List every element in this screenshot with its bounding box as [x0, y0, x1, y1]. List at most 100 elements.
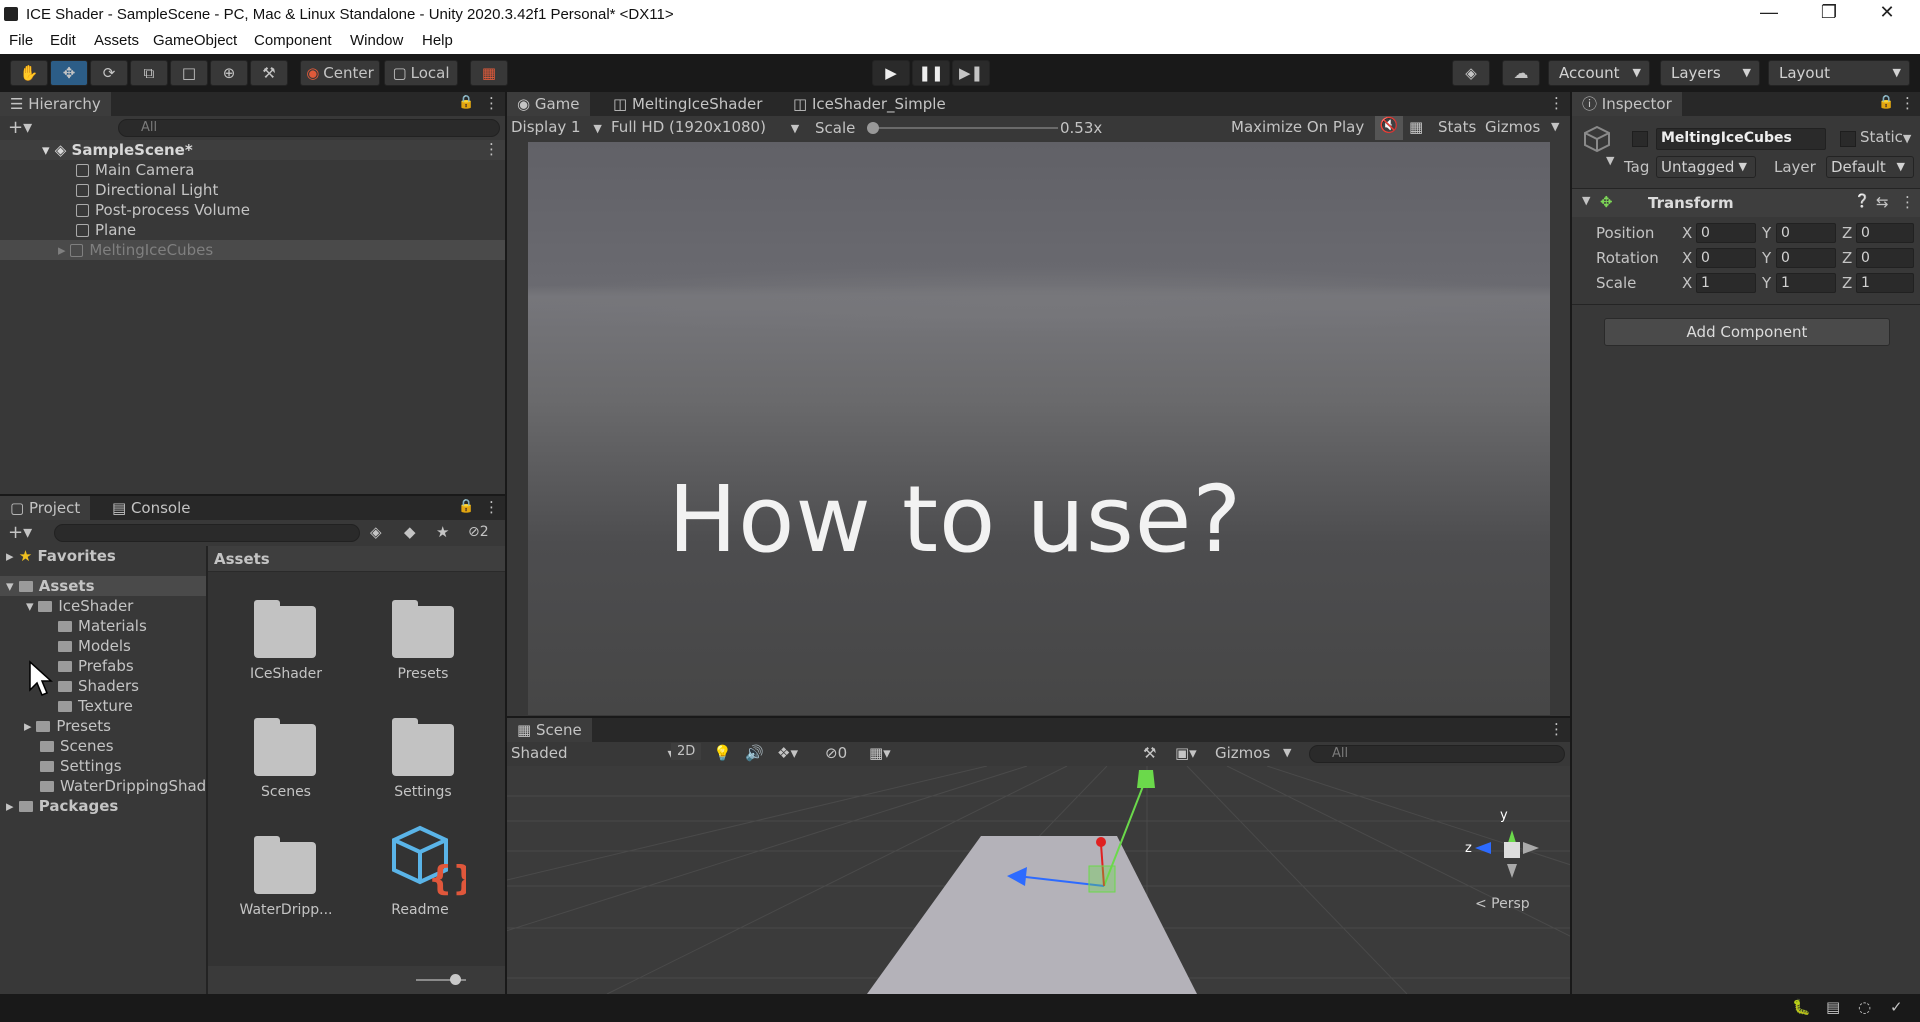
more-menu-icon[interactable]: ⋮	[1549, 720, 1564, 738]
tab-scene[interactable]: ▦ Scene	[507, 718, 592, 742]
static-dropdown[interactable]: Static▼	[1860, 128, 1911, 146]
static-checkbox[interactable]	[1840, 131, 1856, 147]
hand-tool-icon[interactable]: ✋	[10, 60, 48, 86]
position-z-field[interactable]: 0	[1856, 223, 1914, 243]
mode-2d-toggle[interactable]: 2D	[671, 743, 702, 760]
scene-row[interactable]: ▾ ◈ SampleScene* ⋮	[0, 140, 505, 160]
transform-header[interactable]: ▼ ✥ Transform ❔ ⇆ ⋮	[1572, 189, 1920, 217]
tree-item[interactable]: Prefabs	[58, 656, 134, 676]
tab-hierarchy[interactable]: ☰ Hierarchy	[0, 92, 111, 116]
position-y-field[interactable]: 0	[1776, 223, 1836, 243]
tab-iceshader-simple[interactable]: ◫ IceShader_Simple	[783, 92, 956, 116]
rect-tool-icon[interactable]: □	[170, 60, 208, 86]
active-checkbox[interactable]	[1632, 131, 1648, 147]
object-name-field[interactable]: MeltingIceCubes	[1656, 128, 1826, 150]
tab-console[interactable]: ▤ Console	[102, 496, 201, 520]
more-menu-icon[interactable]: ⋮	[484, 498, 499, 516]
lock-icon[interactable]: 🔒	[458, 499, 474, 514]
pause-button[interactable]: ❚❚	[912, 60, 950, 86]
tree-item[interactable]: Shaders	[58, 676, 139, 696]
grid-snap-icon[interactable]: ▦	[470, 60, 508, 86]
tab-meltingiceshader[interactable]: ◫ MeltingIceShader	[603, 92, 772, 116]
add-icon[interactable]: +▾	[8, 522, 32, 543]
tools-icon[interactable]: ⚒	[1143, 744, 1156, 762]
cache-server-icon[interactable]: ▤	[1826, 998, 1840, 1016]
tree-item[interactable]: Settings	[40, 756, 122, 776]
assets-root-row[interactable]: ▾ Assets	[0, 576, 206, 596]
grid-icon[interactable]: ▦	[1409, 118, 1423, 136]
tree-item[interactable]: WaterDrippingShade	[40, 776, 206, 796]
tab-inspector[interactable]: ⓘ Inspector	[1572, 92, 1682, 116]
space-toggle-button[interactable]: ▢ Local	[384, 60, 458, 86]
rotation-y-field[interactable]: 0	[1776, 248, 1836, 268]
packages-row[interactable]: ▸ Packages	[6, 796, 118, 816]
hidden-objects-icon[interactable]: ⊘0	[825, 744, 847, 762]
hierarchy-search-input[interactable]: All	[118, 119, 500, 137]
position-x-field[interactable]: 0	[1696, 223, 1756, 243]
layout-dropdown[interactable]: Layout ▼	[1768, 60, 1910, 86]
more-menu-icon[interactable]: ⋮	[1900, 94, 1915, 112]
tree-item[interactable]: Scenes	[40, 736, 114, 756]
scene-search-input[interactable]: All	[1309, 745, 1565, 763]
pivot-toggle-button[interactable]: ◉ Center	[300, 60, 380, 86]
move-tool-icon[interactable]: ✥	[50, 60, 88, 86]
zoom-slider-thumb[interactable]	[450, 974, 461, 985]
filter-label-icon[interactable]: ◆	[404, 523, 416, 541]
chevron-down-icon[interactable]: ▼	[1551, 120, 1559, 133]
readme-icon[interactable]: {}	[390, 824, 466, 896]
more-menu-icon[interactable]: ⋮	[484, 94, 499, 112]
tree-item[interactable]: ▾ IceShader	[26, 596, 133, 616]
scale-z-field[interactable]: 1	[1856, 273, 1914, 293]
tree-item[interactable]: Materials	[58, 616, 147, 636]
more-menu-icon[interactable]: ⋮	[1549, 94, 1564, 112]
auto-generate-lighting-icon[interactable]: ◌	[1858, 998, 1871, 1016]
close-icon[interactable]: ✕	[1867, 2, 1907, 23]
transform-tool-icon[interactable]: ⊕	[210, 60, 248, 86]
progress-icon[interactable]: ✓	[1890, 998, 1903, 1016]
scale-y-field[interactable]: 1	[1776, 273, 1836, 293]
menu-edit[interactable]: Edit	[50, 32, 76, 49]
component-menu-icon[interactable]: ⋮	[1900, 193, 1915, 211]
mute-audio-icon[interactable]: 🔇	[1375, 116, 1403, 140]
tab-project[interactable]: ▢ Project	[0, 496, 91, 520]
effects-icon[interactable]: ❖▾	[777, 744, 798, 762]
expand-arrow-icon[interactable]: ▾	[42, 141, 55, 159]
add-component-button[interactable]: Add Component	[1604, 318, 1890, 346]
scale-x-field[interactable]: 1	[1696, 273, 1756, 293]
chevron-down-icon[interactable]: ▼	[1283, 746, 1291, 759]
display-dropdown[interactable]: Display 1 ▼	[511, 118, 602, 136]
minimize-icon[interactable]: —	[1749, 2, 1789, 23]
chevron-down-icon[interactable]: ▼	[1606, 154, 1614, 167]
rotation-x-field[interactable]: 0	[1696, 248, 1756, 268]
debug-icon[interactable]: 🐛	[1792, 998, 1811, 1016]
tree-item[interactable]: Texture	[58, 696, 133, 716]
menu-help[interactable]: Help	[422, 32, 453, 49]
grid-snap-icon[interactable]: ▦▾	[869, 744, 891, 762]
x-axis-handle[interactable]	[1096, 837, 1106, 847]
hierarchy-item[interactable]: Plane	[76, 220, 136, 240]
project-search-input[interactable]	[54, 524, 360, 542]
menu-component[interactable]: Component	[254, 32, 332, 49]
menu-window[interactable]: Window	[350, 32, 403, 49]
lock-icon[interactable]: 🔒	[458, 95, 474, 110]
favorite-star-icon[interactable]: ★	[436, 523, 449, 541]
add-icon[interactable]: +▾	[8, 117, 32, 138]
layer-dropdown[interactable]: Default ▼	[1826, 156, 1914, 178]
menu-gameobject[interactable]: GameObject	[153, 32, 237, 49]
scene-menu-icon[interactable]: ⋮	[484, 140, 499, 158]
rotate-tool-icon[interactable]: ⟳	[90, 60, 128, 86]
scale-slider-track[interactable]	[870, 127, 1058, 129]
hierarchy-item[interactable]: Directional Light	[76, 180, 218, 200]
restore-icon[interactable]: ❐	[1809, 2, 1849, 23]
scale-slider-thumb[interactable]	[867, 122, 879, 134]
stats-toggle[interactable]: Stats	[1438, 118, 1476, 136]
preset-icon[interactable]: ⇆	[1876, 193, 1889, 211]
help-icon[interactable]: ❔	[1854, 194, 1870, 209]
resolution-dropdown[interactable]: Full HD (1920x1080) ▼	[611, 118, 799, 136]
maximize-on-play-toggle[interactable]: Maximize On Play	[1231, 118, 1364, 136]
scene-viewport[interactable]: y z < Persp	[507, 766, 1570, 994]
tab-game[interactable]: ◉ Game	[507, 92, 590, 116]
account-dropdown[interactable]: Account ▼	[1548, 60, 1650, 86]
hierarchy-item[interactable]: Post-process Volume	[76, 200, 250, 220]
tree-item[interactable]: ▸ Presets	[24, 716, 111, 736]
